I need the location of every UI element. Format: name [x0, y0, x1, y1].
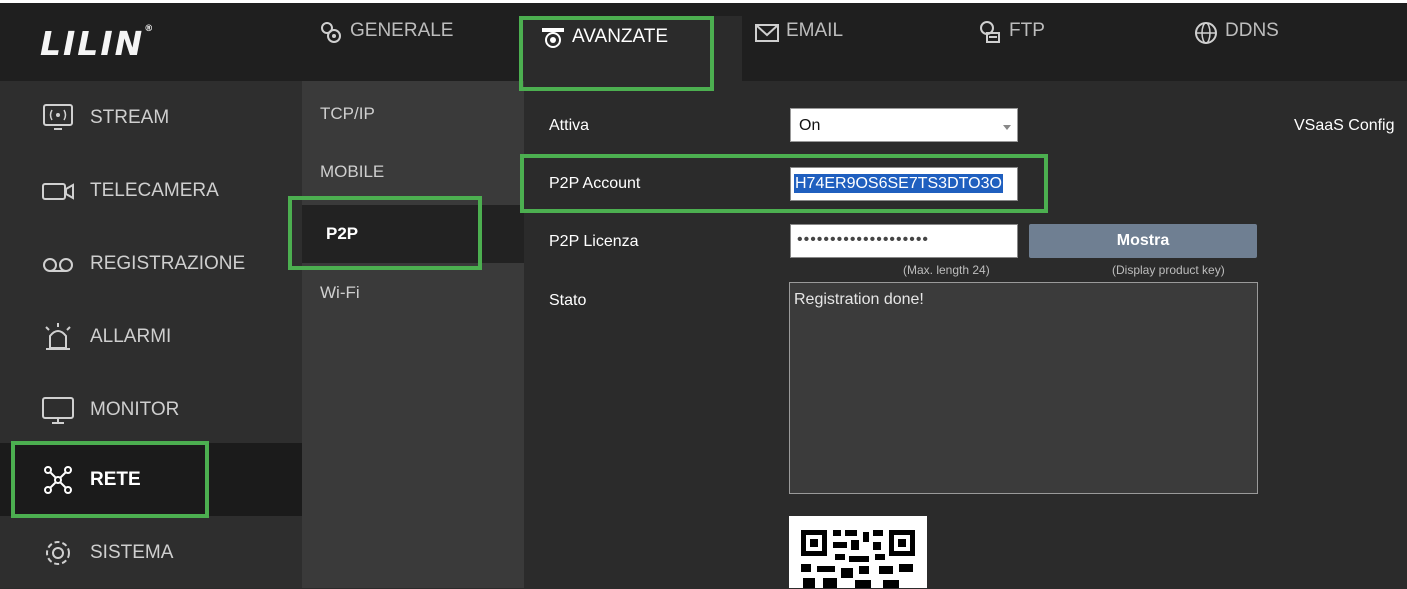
qr-code — [789, 516, 927, 588]
tab-generale-label: GENERALE — [350, 20, 454, 41]
alarm-siren-icon — [45, 322, 71, 350]
submenu-item-wifi[interactable]: Wi-Fi — [302, 268, 524, 318]
sidebar-item-label: ALLARMI — [90, 325, 172, 347]
sidebar-item-stream[interactable]: STREAM — [0, 81, 302, 154]
stato-label: Stato — [549, 292, 587, 309]
ftp-server-icon — [980, 21, 1000, 43]
submenu-item-label: TCP/IP — [320, 104, 375, 123]
p2p-account-field[interactable]: H74ER9OS6SE7TS3DTO3O — [790, 167, 1018, 201]
sidebar-item-label: SISTEMA — [90, 541, 174, 563]
license-hint: (Max. length 24) — [903, 263, 990, 277]
submenu-item-p2p[interactable]: P2P — [302, 205, 524, 263]
globe-icon — [1195, 22, 1217, 44]
chevron-down-icon — [1003, 125, 1011, 130]
sidebar-item-label: REGISTRAZIONE — [90, 252, 246, 274]
tab-generale[interactable]: GENERALE — [318, 20, 453, 80]
network-icon — [44, 465, 72, 494]
sidebar-item-monitor[interactable]: MONITOR — [0, 373, 302, 446]
sidebar-item-allarmi[interactable]: ALLARMI — [0, 300, 302, 373]
sidebar-item-label: RETE — [90, 468, 141, 490]
attiva-select[interactable]: On — [790, 108, 1018, 142]
recording-icon — [43, 257, 73, 272]
envelope-icon — [755, 24, 779, 42]
sidebar-item-label: MONITOR — [90, 398, 180, 420]
top-bar: LILIN® GENERALE AVANZATE EMAIL FTP DDNS — [0, 0, 1407, 81]
submenu-item-label: P2P — [326, 224, 359, 243]
gears-icon — [321, 22, 341, 43]
vsaas-config-link[interactable]: VSaaS Config — [1294, 117, 1395, 135]
submenu-item-label: Wi-Fi — [320, 283, 360, 302]
submenu-item-tcpip[interactable]: TCP/IP — [302, 89, 524, 139]
sidebar-item-registrazione[interactable]: REGISTRAZIONE — [0, 227, 302, 300]
sidebar-item-label: STREAM — [90, 106, 170, 128]
attiva-select-value: On — [799, 117, 821, 134]
tab-ftp-label: FTP — [1009, 20, 1045, 41]
attiva-label: Attiva — [549, 117, 590, 134]
submenu-item-label: MOBILE — [320, 162, 385, 181]
camera-icon — [42, 182, 74, 200]
tab-email-label: EMAIL — [786, 20, 844, 41]
tab-ddns-label: DDNS — [1225, 20, 1279, 41]
sidebar-item-label: TELECAMERA — [90, 179, 219, 201]
sidebar-item-rete[interactable]: RETE — [0, 443, 302, 516]
status-text: Registration done! — [794, 291, 924, 308]
logo-text: LILIN — [40, 24, 145, 63]
stream-monitor-icon — [43, 103, 73, 130]
tab-avanzate[interactable]: AVANZATE — [520, 16, 742, 81]
submenu-item-mobile[interactable]: MOBILE — [302, 147, 524, 197]
status-textarea[interactable]: Registration done! — [789, 282, 1258, 494]
sidebar-item-sistema[interactable]: SISTEMA — [0, 516, 302, 589]
p2p-account-value: H74ER9OS6SE7TS3DTO3O — [794, 174, 1003, 193]
p2p-account-label: P2P Account — [549, 175, 641, 192]
display-key-hint: (Display product key) — [1112, 263, 1225, 277]
sidebar-item-telecamera[interactable]: TELECAMERA — [0, 154, 302, 227]
mostra-button[interactable]: Mostra — [1029, 224, 1257, 258]
p2p-license-field[interactable]: •••••••••••••••••••• — [790, 224, 1018, 258]
gear-icon — [46, 540, 70, 565]
submenu: TCP/IP MOBILE P2P Wi-Fi — [302, 81, 524, 588]
top-border — [0, 0, 1407, 3]
tab-ftp[interactable]: FTP — [977, 20, 1045, 80]
sidebar: STREAM TELECAMERA REGISTRAZIONE ALLARMI … — [0, 81, 302, 588]
advanced-camera-icon — [542, 28, 564, 48]
tab-email[interactable]: EMAIL — [754, 20, 843, 80]
p2p-license-label: P2P Licenza — [549, 233, 639, 250]
tab-ddns[interactable]: DDNS — [1193, 20, 1279, 80]
tab-avanzate-label: AVANZATE — [572, 26, 669, 47]
brand-logo: LILIN® — [40, 24, 156, 63]
p2p-license-value: •••••••••••••••••••• — [797, 231, 930, 248]
monitor-icon — [42, 396, 74, 424]
